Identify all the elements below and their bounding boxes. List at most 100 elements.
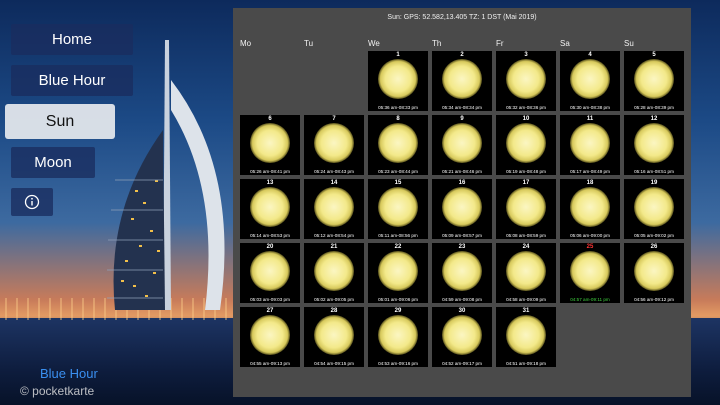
sunrise-sunset-times: 04:53 am-09:16 pm	[378, 361, 418, 366]
day-cell-27[interactable]: 27 04:55 am-09:13 pm	[240, 307, 300, 367]
sun-icon	[634, 251, 674, 291]
day-cell-10[interactable]: 10 05:19 am-08:48 pm	[496, 115, 556, 175]
weekday-tu: Tu	[304, 39, 314, 48]
sun-icon	[506, 187, 546, 227]
sunrise-sunset-times: 05:23 am-08:44 pm	[378, 169, 418, 174]
sun-icon	[506, 59, 546, 99]
day-number: 11	[586, 116, 594, 122]
blue-hour-label: Blue Hour	[38, 72, 106, 89]
sunrise-sunset-times: 05:30 am-08:38 pm	[570, 105, 610, 110]
day-number: 12	[650, 116, 658, 122]
day-cell-11[interactable]: 11 05:17 am-08:49 pm	[560, 115, 620, 175]
sun-icon	[442, 315, 482, 355]
sunrise-sunset-times: 04:52 am-09:17 pm	[442, 361, 482, 366]
day-cell-5[interactable]: 5 05:28 am-08:39 pm	[624, 51, 684, 111]
sun-icon	[378, 251, 418, 291]
day-cell-17[interactable]: 17 05:08 am-08:59 pm	[496, 179, 556, 239]
sun-icon	[314, 187, 354, 227]
day-number: 28	[330, 308, 338, 314]
sun-icon	[634, 187, 674, 227]
sunrise-sunset-times: 05:26 am-08:41 pm	[250, 169, 290, 174]
day-cell-23[interactable]: 23 04:59 am-09:08 pm	[432, 243, 492, 303]
sunrise-sunset-times: 05:36 am-08:33 pm	[378, 105, 418, 110]
day-cell-31[interactable]: 31 04:51 am-09:18 pm	[496, 307, 556, 367]
day-number: 21	[330, 244, 338, 250]
sun-icon	[250, 315, 290, 355]
sunrise-sunset-times: 04:57 am-09:11 pm	[570, 297, 610, 302]
sun-icon	[250, 187, 290, 227]
day-cell-28[interactable]: 28 04:54 am-09:15 pm	[304, 307, 364, 367]
day-cell-2[interactable]: 2 05:34 am-08:34 pm	[432, 51, 492, 111]
day-cell-29[interactable]: 29 04:53 am-09:16 pm	[368, 307, 428, 367]
sun-icon	[250, 123, 290, 163]
calendar-title: Sun: GPS: 52.582,13.405 TZ: 1 DST (Mai 2…	[387, 14, 537, 21]
sun-button[interactable]: Sun	[5, 104, 115, 139]
day-number: 24	[522, 244, 530, 250]
day-number: 8	[396, 116, 400, 122]
day-cell-9[interactable]: 9 05:21 am-08:46 pm	[432, 115, 492, 175]
sunrise-sunset-times: 04:56 am-09:12 pm	[634, 297, 674, 302]
day-cell-7[interactable]: 7 05:24 am-08:43 pm	[304, 115, 364, 175]
day-cell-22[interactable]: 22 05:01 am-09:06 pm	[368, 243, 428, 303]
day-cell-13[interactable]: 13 05:14 am-08:53 pm	[240, 179, 300, 239]
sun-icon	[378, 315, 418, 355]
sunrise-sunset-times: 04:54 am-09:15 pm	[314, 361, 354, 366]
day-cell-21[interactable]: 21 05:02 am-09:05 pm	[304, 243, 364, 303]
sun-icon	[506, 251, 546, 291]
sunrise-sunset-times: 05:09 am-08:57 pm	[442, 233, 482, 238]
blue-hour-link[interactable]: Blue Hour	[40, 366, 98, 381]
home-button[interactable]: Home	[11, 24, 133, 55]
weekday-sa: Sa	[560, 39, 570, 48]
day-cell-4[interactable]: 4 05:30 am-08:38 pm	[560, 51, 620, 111]
day-cell-8[interactable]: 8 05:23 am-08:44 pm	[368, 115, 428, 175]
day-cell-1[interactable]: 1 05:36 am-08:33 pm	[368, 51, 428, 111]
day-cell-25[interactable]: 25 04:57 am-09:11 pm	[560, 243, 620, 303]
sun-icon	[506, 123, 546, 163]
day-number: 27	[266, 308, 274, 314]
sunrise-sunset-times: 05:14 am-08:53 pm	[250, 233, 290, 238]
blue-hour-button[interactable]: Blue Hour	[11, 65, 133, 96]
day-number: 20	[266, 244, 274, 250]
day-cell-15[interactable]: 15 05:11 am-08:56 pm	[368, 179, 428, 239]
weekday-su: Su	[624, 39, 634, 48]
sun-icon	[314, 315, 354, 355]
day-number: 14	[330, 180, 338, 186]
day-cell-3[interactable]: 3 05:32 am-08:36 pm	[496, 51, 556, 111]
day-cell-24[interactable]: 24 04:58 am-09:09 pm	[496, 243, 556, 303]
day-cell-16[interactable]: 16 05:09 am-08:57 pm	[432, 179, 492, 239]
day-number: 31	[522, 308, 530, 314]
info-button[interactable]	[11, 188, 53, 216]
day-cell-26[interactable]: 26 04:56 am-09:12 pm	[624, 243, 684, 303]
day-number: 29	[394, 308, 402, 314]
day-number: 7	[332, 116, 336, 122]
sun-icon	[250, 251, 290, 291]
day-cell-18[interactable]: 18 05:06 am-09:00 pm	[560, 179, 620, 239]
sun-icon	[314, 251, 354, 291]
day-number: 2	[460, 52, 464, 58]
sun-icon	[314, 123, 354, 163]
day-number: 25	[586, 244, 594, 250]
day-cell-19[interactable]: 19 05:05 am-09:02 pm	[624, 179, 684, 239]
sunrise-sunset-times: 05:32 am-08:36 pm	[506, 105, 546, 110]
day-number: 1	[396, 52, 400, 58]
day-cell-6[interactable]: 6 05:26 am-08:41 pm	[240, 115, 300, 175]
sunrise-sunset-times: 05:03 am-09:03 pm	[250, 297, 290, 302]
day-cell-12[interactable]: 12 05:16 am-08:51 pm	[624, 115, 684, 175]
sunrise-sunset-times: 04:51 am-09:18 pm	[506, 361, 546, 366]
sunrise-sunset-times: 05:19 am-08:48 pm	[506, 169, 546, 174]
sun-calendar-panel: Sun: GPS: 52.582,13.405 TZ: 1 DST (Mai 2…	[233, 8, 691, 397]
sun-icon	[634, 123, 674, 163]
day-cell-30[interactable]: 30 04:52 am-09:17 pm	[432, 307, 492, 367]
moon-button[interactable]: Moon	[11, 147, 95, 178]
day-number: 15	[394, 180, 402, 186]
moon-label: Moon	[34, 154, 72, 171]
day-number: 5	[652, 52, 656, 58]
sunrise-sunset-times: 04:55 am-09:13 pm	[250, 361, 290, 366]
day-cell-14[interactable]: 14 05:12 am-08:54 pm	[304, 179, 364, 239]
day-cell-20[interactable]: 20 05:03 am-09:03 pm	[240, 243, 300, 303]
sunrise-sunset-times: 05:01 am-09:06 pm	[378, 297, 418, 302]
weekday-mo: Mo	[240, 39, 252, 48]
day-number: 6	[268, 116, 272, 122]
sun-icon	[570, 251, 610, 291]
sunrise-sunset-times: 05:11 am-08:56 pm	[378, 233, 418, 238]
